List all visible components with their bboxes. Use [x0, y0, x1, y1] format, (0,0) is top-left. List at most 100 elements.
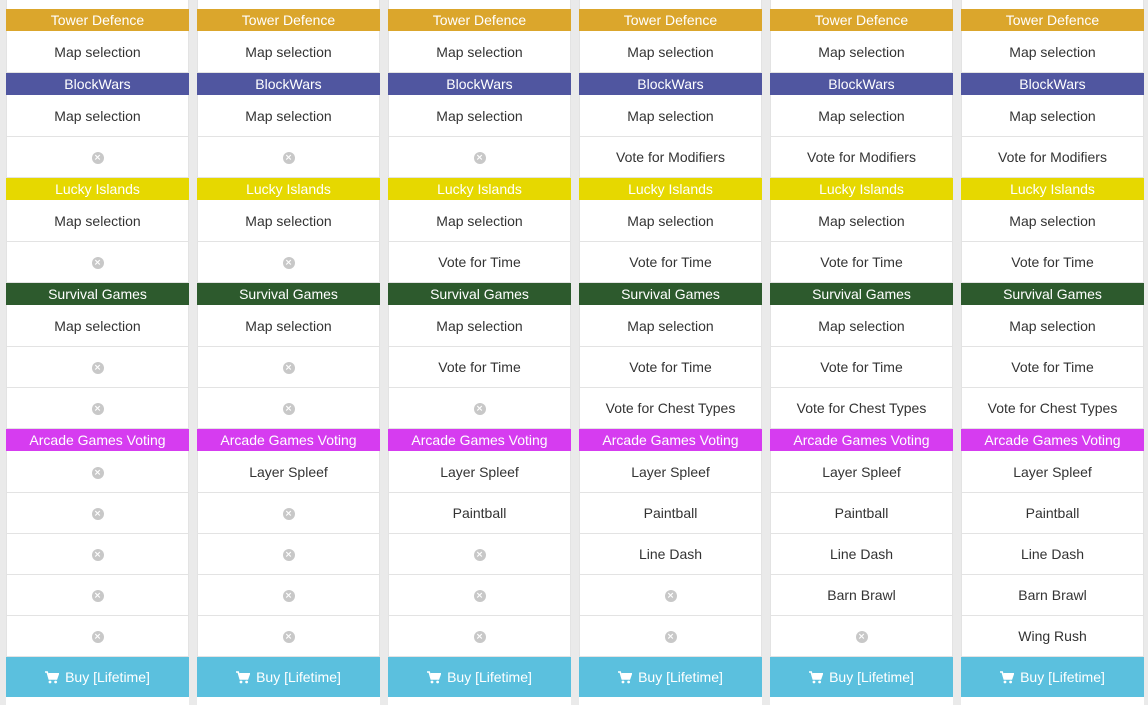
section-header-blockwars: BlockWars: [770, 73, 953, 95]
section-header-tower-defence: Tower Defence: [388, 9, 571, 31]
feature-cell: ×: [388, 388, 571, 429]
feature-cell: Line Dash: [579, 534, 762, 575]
unavailable-x-icon: ×: [91, 257, 104, 270]
unavailable-x-icon: ×: [282, 257, 295, 270]
buy-button-label: Buy [Lifetime]: [1020, 669, 1105, 685]
unavailable-x-icon: ×: [282, 590, 295, 603]
feature-cell: Map selection: [6, 305, 189, 347]
feature-cell: Map selection: [388, 305, 571, 347]
unavailable-x-icon: ×: [855, 631, 868, 644]
feature-cell: Vote for Time: [388, 242, 571, 283]
feature-cell: Vote for Time: [770, 347, 953, 388]
rank-column-2: Tower Defence Map selection BlockWars Map s…: [197, 0, 380, 705]
feature-cell: ×: [388, 534, 571, 575]
buy-lifetime-button[interactable]: Buy [Lifetime]: [961, 657, 1144, 697]
feature-cell: Map selection: [197, 305, 380, 347]
feature-cell: Vote for Chest Types: [961, 388, 1144, 429]
feature-cell: ×: [579, 575, 762, 616]
rank-column-1: Tower Defence Map selection BlockWars Map s…: [6, 0, 189, 705]
feature-cell: Layer Spleef: [388, 451, 571, 493]
feature-cell: Map selection: [579, 305, 762, 347]
feature-cell: ×: [6, 137, 189, 178]
section-header-tower-defence: Tower Defence: [6, 9, 189, 31]
feature-cell: Map selection: [197, 95, 380, 137]
feature-cell: Vote for Time: [770, 242, 953, 283]
column-top-edge: [6, 0, 189, 9]
feature-cell: Wing Rush: [961, 616, 1144, 657]
feature-cell: Vote for Time: [579, 347, 762, 388]
section-header-blockwars: BlockWars: [579, 73, 762, 95]
feature-cell: ×: [197, 347, 380, 388]
feature-cell: ×: [388, 616, 571, 657]
feature-cell: Map selection: [388, 31, 571, 73]
feature-cell: Map selection: [388, 200, 571, 242]
feature-cell: ×: [6, 347, 189, 388]
feature-cell: ×: [6, 242, 189, 283]
section-header-arcade-games-voting: Arcade Games Voting: [388, 429, 571, 451]
shopping-cart-icon: [45, 659, 60, 699]
section-header-arcade-games-voting: Arcade Games Voting: [961, 429, 1144, 451]
feature-cell: Vote for Time: [961, 347, 1144, 388]
feature-cell: Line Dash: [770, 534, 953, 575]
section-header-blockwars: BlockWars: [197, 73, 380, 95]
feature-cell: ×: [6, 534, 189, 575]
section-header-lucky-islands: Lucky Islands: [961, 178, 1144, 200]
unavailable-x-icon: ×: [91, 362, 104, 375]
feature-cell: Map selection: [6, 95, 189, 137]
unavailable-x-icon: ×: [473, 549, 486, 562]
unavailable-x-icon: ×: [91, 403, 104, 416]
section-header-survival-games: Survival Games: [388, 283, 571, 305]
section-header-arcade-games-voting: Arcade Games Voting: [197, 429, 380, 451]
feature-cell: ×: [6, 575, 189, 616]
column-top-edge: [961, 0, 1144, 9]
feature-cell: ×: [6, 616, 189, 657]
column-top-edge: [388, 0, 571, 9]
feature-cell: Line Dash: [961, 534, 1144, 575]
unavailable-x-icon: ×: [282, 549, 295, 562]
feature-cell: Map selection: [579, 200, 762, 242]
unavailable-x-icon: ×: [473, 152, 486, 165]
unavailable-x-icon: ×: [91, 508, 104, 521]
buy-lifetime-button[interactable]: Buy [Lifetime]: [579, 657, 762, 697]
feature-cell: Map selection: [961, 95, 1144, 137]
section-header-lucky-islands: Lucky Islands: [770, 178, 953, 200]
shopping-cart-icon: [236, 659, 251, 699]
rank-column-5: Tower Defence Map selection BlockWars Map s…: [770, 0, 953, 705]
unavailable-x-icon: ×: [282, 508, 295, 521]
feature-cell: Map selection: [770, 305, 953, 347]
column-top-edge: [197, 0, 380, 9]
feature-cell: Map selection: [6, 31, 189, 73]
section-header-lucky-islands: Lucky Islands: [388, 178, 571, 200]
feature-cell: ×: [197, 137, 380, 178]
feature-cell: Map selection: [961, 200, 1144, 242]
unavailable-x-icon: ×: [91, 467, 104, 480]
feature-cell: Layer Spleef: [197, 451, 380, 493]
buy-button-label: Buy [Lifetime]: [256, 669, 341, 685]
section-header-survival-games: Survival Games: [197, 283, 380, 305]
feature-cell: ×: [197, 534, 380, 575]
section-header-tower-defence: Tower Defence: [770, 9, 953, 31]
feature-cell: Vote for Time: [961, 242, 1144, 283]
buy-lifetime-button[interactable]: Buy [Lifetime]: [388, 657, 571, 697]
feature-cell: Map selection: [197, 31, 380, 73]
section-header-survival-games: Survival Games: [6, 283, 189, 305]
section-header-arcade-games-voting: Arcade Games Voting: [579, 429, 762, 451]
feature-cell: Map selection: [579, 31, 762, 73]
feature-cell: Layer Spleef: [770, 451, 953, 493]
feature-cell: ×: [197, 242, 380, 283]
section-header-blockwars: BlockWars: [388, 73, 571, 95]
buy-lifetime-button[interactable]: Buy [Lifetime]: [197, 657, 380, 697]
buy-lifetime-button[interactable]: Buy [Lifetime]: [6, 657, 189, 697]
feature-cell: Layer Spleef: [579, 451, 762, 493]
rank-column-3: Tower Defence Map selection BlockWars Map s…: [388, 0, 571, 705]
feature-cell: Map selection: [961, 305, 1144, 347]
feature-cell: Map selection: [6, 200, 189, 242]
section-header-arcade-games-voting: Arcade Games Voting: [770, 429, 953, 451]
feature-cell: Vote for Modifiers: [770, 137, 953, 178]
unavailable-x-icon: ×: [473, 403, 486, 416]
section-header-lucky-islands: Lucky Islands: [197, 178, 380, 200]
feature-cell: Barn Brawl: [961, 575, 1144, 616]
buy-lifetime-button[interactable]: Buy [Lifetime]: [770, 657, 953, 697]
unavailable-x-icon: ×: [91, 152, 104, 165]
feature-cell: Map selection: [770, 95, 953, 137]
